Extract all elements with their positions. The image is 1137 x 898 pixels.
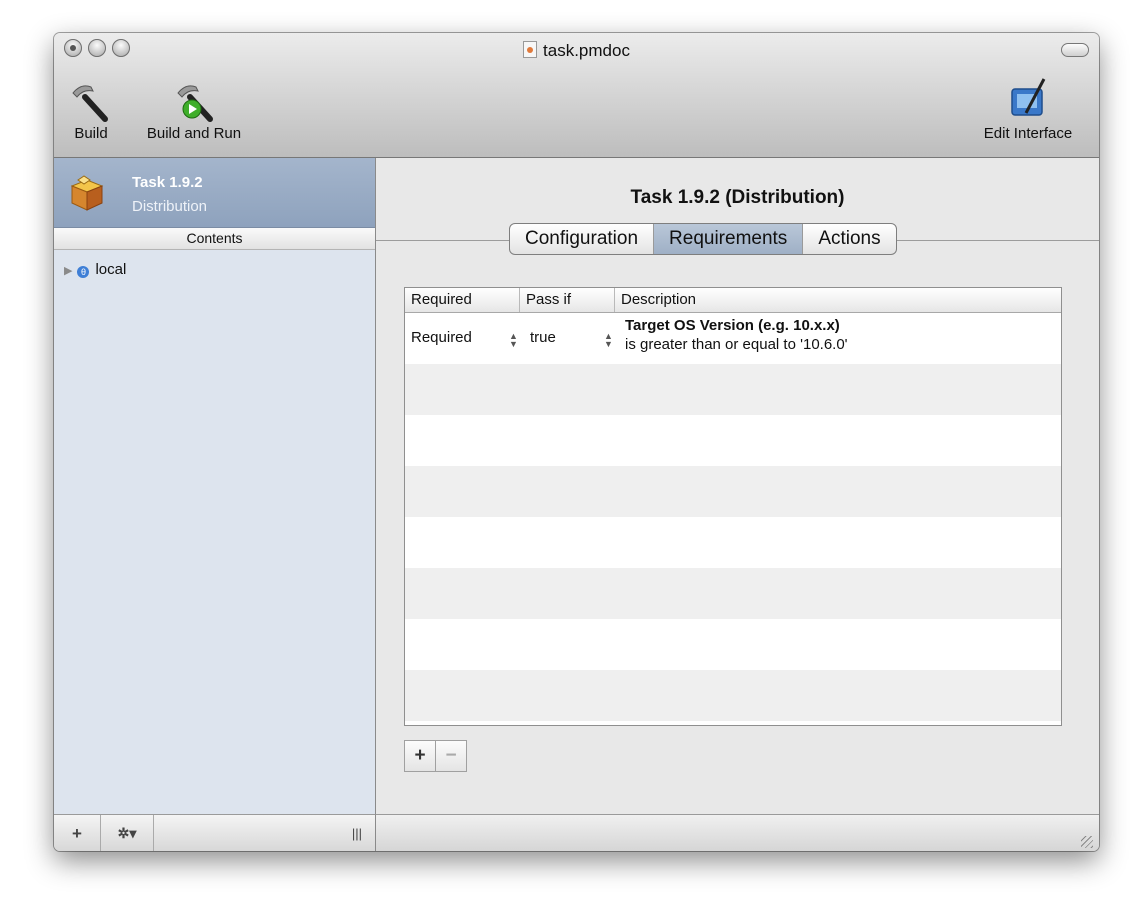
add-item-button[interactable]: + [54, 815, 101, 851]
sidebar: Task 1.9.2 Distribution Contents ▶ θ local [54, 158, 376, 814]
tab-bar: Configuration Requirements Actions [509, 223, 897, 255]
remove-requirement-button[interactable]: − [436, 741, 466, 771]
action-menu-button[interactable]: ✲▾ [101, 815, 154, 851]
table-header: Required Pass if Description [405, 288, 1061, 313]
required-select[interactable]: Required [411, 329, 472, 346]
add-remove-control: + − [404, 740, 467, 772]
tab-actions[interactable]: Actions [803, 224, 895, 254]
table-row-empty [405, 364, 1061, 415]
table-row-empty [405, 415, 1061, 466]
window-title-text: task.pmdoc [543, 41, 630, 60]
sidebar-resize-handle[interactable]: ||| [347, 815, 367, 851]
table-row-empty [405, 568, 1061, 619]
requirements-table: Required Pass if Description Required ▲ ▼… [404, 287, 1062, 726]
build-and-run-label: Build and Run [146, 125, 242, 142]
table-row-empty [405, 670, 1061, 721]
build-label: Build [74, 125, 108, 142]
column-pass-if[interactable]: Pass if [520, 288, 615, 312]
table-row[interactable]: Required ▲ ▼ true ▲ ▼ Target OS Version (e… [405, 313, 1061, 364]
content-bottom-bar [376, 814, 1099, 851]
build-button[interactable]: Build [66, 79, 116, 142]
document-icon [523, 41, 538, 58]
main-content: Task 1.9.2 (Distribution) Configuration … [376, 158, 1099, 814]
tree-item-local[interactable]: ▶ θ local [64, 261, 126, 278]
interface-builder-icon [1011, 78, 1046, 116]
pass-if-select[interactable]: true [530, 329, 556, 346]
pass-if-stepper-icon[interactable]: ▲ ▼ [604, 332, 613, 349]
distribution-title: Task 1.9.2 [132, 174, 203, 191]
pmdoc-window: task.pmdoc Build Build and Run Edit Inte… [54, 33, 1099, 851]
requirement-title: Target OS Version (e.g. 10.x.x) [625, 317, 840, 334]
page-title: Task 1.9.2 (Distribution) [630, 187, 845, 208]
toolbar-toggle-button[interactable] [1061, 43, 1089, 57]
globe-icon: θ [77, 266, 90, 278]
hammer-icon [72, 85, 108, 122]
column-description[interactable]: Description [615, 288, 1061, 312]
edit-interface-label: Edit Interface [983, 125, 1073, 142]
add-requirement-button[interactable]: + [405, 741, 436, 771]
build-and-run-button[interactable]: Build and Run [134, 79, 254, 142]
distribution-subtitle: Distribution [132, 198, 208, 215]
disclosure-triangle-icon[interactable]: ▶ [64, 265, 72, 277]
table-row-empty [405, 517, 1061, 568]
requirement-detail: is greater than or equal to '10.6.0' [625, 336, 848, 353]
required-stepper-icon[interactable]: ▲ ▼ [509, 332, 518, 349]
table-row-empty [405, 466, 1061, 517]
hammer-run-icon [177, 85, 213, 122]
edit-interface-button[interactable]: Edit Interface [964, 75, 1092, 142]
tab-configuration[interactable]: Configuration [510, 224, 655, 254]
tab-requirements[interactable]: Requirements [654, 224, 804, 254]
window-title: task.pmdoc [54, 41, 1099, 61]
title-toolbar: task.pmdoc Build Build and Run Edit Inte… [54, 33, 1099, 158]
tree-item-label: local [95, 261, 127, 278]
sidebar-bottom-bar: + ✲▾ ||| [54, 814, 376, 851]
contents-header: Contents [54, 228, 375, 250]
table-row-empty [405, 619, 1061, 670]
column-required[interactable]: Required [405, 288, 520, 312]
resize-grip-icon[interactable] [1081, 836, 1093, 848]
sidebar-item-distribution[interactable]: Task 1.9.2 Distribution [54, 158, 375, 228]
package-icon [70, 175, 104, 211]
